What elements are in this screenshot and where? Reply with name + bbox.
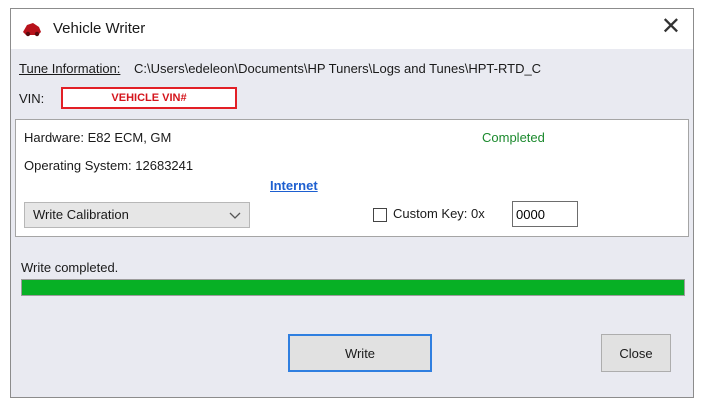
car-icon <box>21 20 43 38</box>
close-icon[interactable]: ✕ <box>661 15 681 39</box>
custom-key-checkbox[interactable] <box>373 208 387 222</box>
hardware-text: Hardware: E82 ECM, GM <box>24 130 172 145</box>
vin-label: VIN: <box>19 91 45 106</box>
status-completed: Completed <box>482 130 545 145</box>
vehicle-writer-window: Vehicle Writer ✕ Tune Information: C:\Us… <box>10 8 694 398</box>
progress-bar <box>21 279 685 296</box>
operating-system-text: Operating System: 12683241 <box>24 158 194 173</box>
write-button[interactable]: Write <box>288 334 432 372</box>
write-mode-select[interactable]: Write Calibration <box>24 202 250 228</box>
chevron-down-icon <box>229 203 241 235</box>
title-bar: Vehicle Writer ✕ <box>11 9 693 49</box>
tune-information-label: Tune Information: <box>19 61 121 76</box>
close-button[interactable]: Close <box>601 334 671 372</box>
progress-bar-fill <box>22 280 684 295</box>
tune-information-path: C:\Users\edeleon\Documents\HP Tuners\Log… <box>134 61 542 76</box>
internet-link[interactable]: Internet <box>270 178 318 193</box>
tune-information-row: Tune Information: C:\Users\edeleon\Docum… <box>19 61 693 76</box>
vehicle-details-panel: Hardware: E82 ECM, GM Completed Operatin… <box>15 119 689 237</box>
vin-value: VEHICLE VIN# <box>61 87 237 109</box>
window-title: Vehicle Writer <box>53 20 146 37</box>
write-mode-select-value: Write Calibration <box>33 207 129 222</box>
custom-key-input[interactable] <box>512 201 578 227</box>
custom-key-label: Custom Key: 0x <box>393 206 485 221</box>
status-text: Write completed. <box>21 260 119 275</box>
